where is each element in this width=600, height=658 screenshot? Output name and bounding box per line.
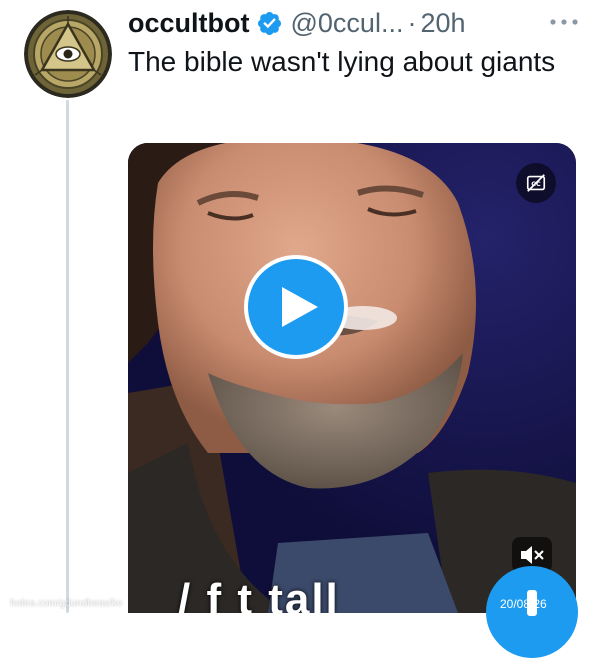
tweet-text: The bible wasn't lying about giants [128, 46, 556, 77]
all-seeing-eye-logo [24, 10, 112, 98]
display-name[interactable]: occultbot [128, 8, 250, 39]
header-separator: · [407, 7, 417, 38]
video-caption-text: / f t tall [178, 575, 340, 613]
play-button[interactable] [244, 255, 348, 359]
more-options-button[interactable] [544, 10, 584, 34]
video-player[interactable]: CC / f t tall [128, 143, 576, 613]
timestamp[interactable]: 20h [420, 8, 465, 39]
tweet-header: occultbot @0ccul... · 20h [128, 4, 466, 42]
avatar[interactable] [24, 10, 112, 98]
captions-toggle-button[interactable]: CC [516, 163, 556, 203]
more-dots-icon [550, 19, 578, 25]
captions-off-icon: CC [526, 174, 546, 192]
thread-connector-line [66, 100, 69, 613]
play-icon [282, 287, 318, 327]
volume-muted-icon [521, 546, 544, 564]
date-stamp: 20/08/26 [500, 597, 547, 611]
watermark-text: fodea.com/gdundbeas/ko [10, 598, 123, 609]
compose-fab-button[interactable] [486, 566, 578, 658]
video-thumbnail [128, 143, 576, 613]
verified-badge-icon [256, 10, 283, 37]
user-handle[interactable]: @0ccul... [291, 8, 404, 39]
